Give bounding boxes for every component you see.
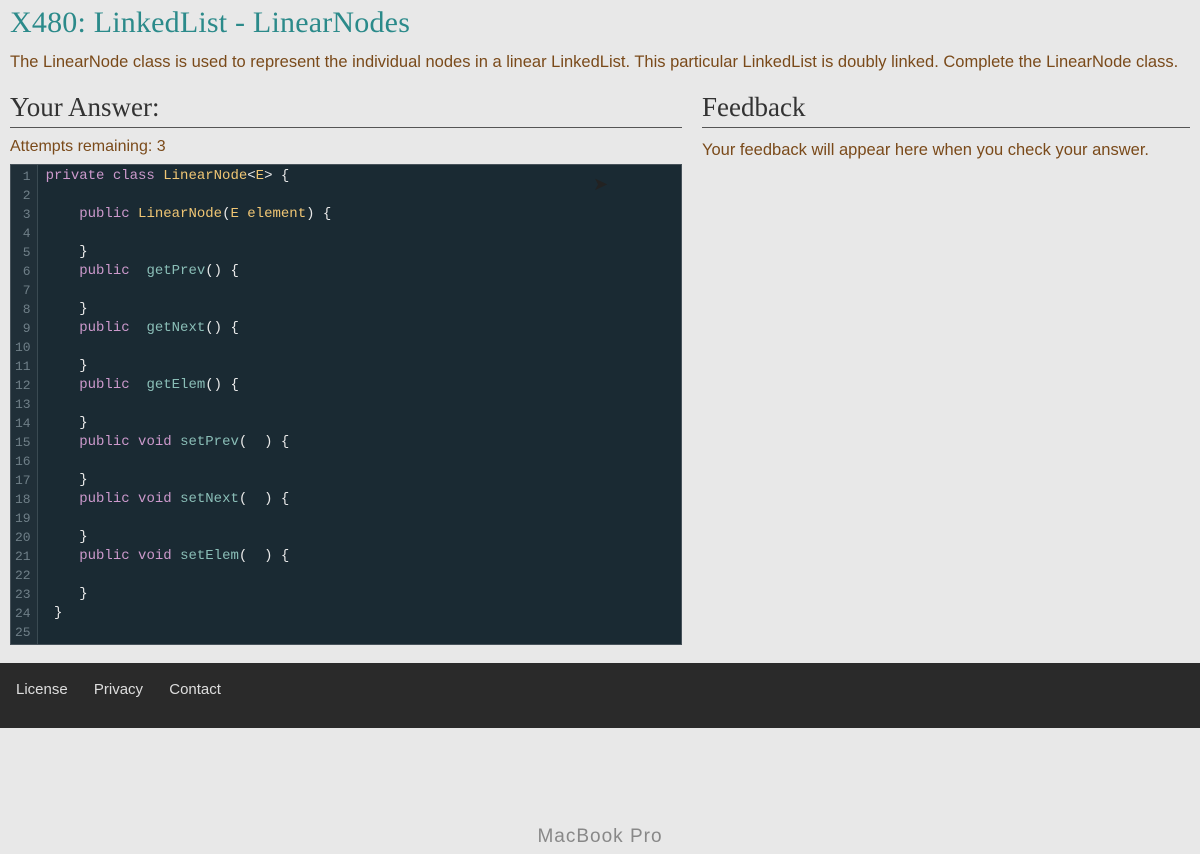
feedback-heading: Feedback: [702, 92, 1190, 128]
attempts-remaining: Attempts remaining: 3: [10, 138, 682, 156]
answer-column: Your Answer: Attempts remaining: 3 12345…: [10, 92, 682, 645]
code-editor[interactable]: 1234567891011121314151617181920212223242…: [10, 164, 682, 645]
macbook-label: MacBook Pro: [537, 826, 662, 848]
feedback-column: Feedback Your feedback will appear here …: [702, 92, 1190, 163]
code-area[interactable]: private class LinearNode<E> { public Lin…: [38, 165, 681, 644]
page-title: X480: LinkedList - LinearNodes: [10, 6, 1190, 40]
cursor-icon: ➤: [593, 174, 608, 195]
problem-description: The LinearNode class is used to represen…: [10, 50, 1190, 76]
privacy-link[interactable]: Privacy: [94, 681, 143, 698]
feedback-placeholder: Your feedback will appear here when you …: [702, 138, 1190, 163]
page-footer: License Privacy Contact: [0, 663, 1200, 728]
contact-link[interactable]: Contact: [169, 681, 221, 698]
line-number-gutter: 1234567891011121314151617181920212223242…: [11, 165, 38, 644]
license-link[interactable]: License: [16, 681, 68, 698]
your-answer-heading: Your Answer:: [10, 92, 682, 128]
